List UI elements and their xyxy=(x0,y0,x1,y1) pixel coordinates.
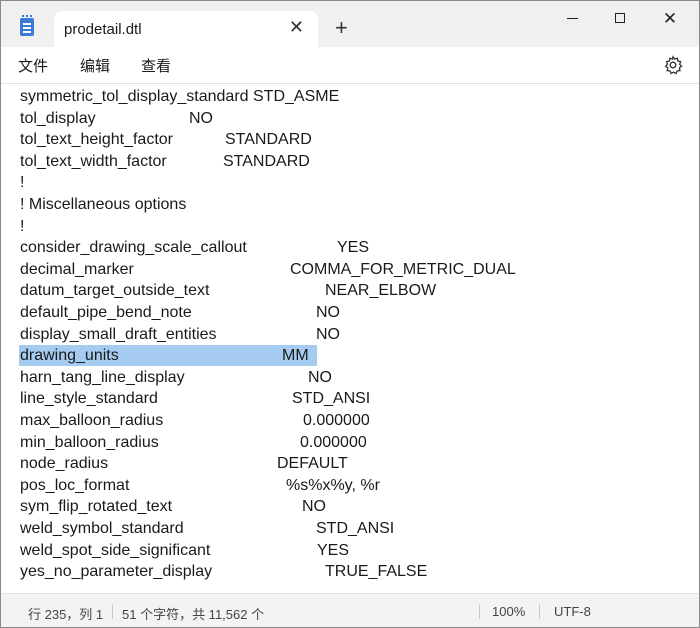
line-key: max_balloon_radius xyxy=(20,412,164,429)
editor-line[interactable]: tol_text_width_factor STANDARD xyxy=(20,151,310,173)
line-key: consider_drawing_scale_callout xyxy=(20,239,247,257)
close-icon: ✕ xyxy=(662,8,678,28)
line-key: yes_no_parameter_display xyxy=(20,563,213,581)
status-separator xyxy=(479,604,480,619)
line-value: %s%x%y, %r xyxy=(286,476,380,494)
line-value: TRUE_FALSE xyxy=(325,563,428,581)
tab-close-icon[interactable]: ✕ xyxy=(289,17,304,37)
line-key: default_pipe_bend_note xyxy=(20,304,192,321)
tab-prodetail[interactable]: prodetail.dtl ✕ xyxy=(54,11,318,47)
line-value: 0.000000 xyxy=(300,433,367,451)
editor-line[interactable]: display_small_draft_entities NO xyxy=(20,324,340,346)
line-key: tol_text_width_factor xyxy=(20,152,167,170)
menu-file[interactable]: 文件 xyxy=(18,55,48,76)
line-key: decimal_marker xyxy=(20,260,134,278)
editor-line[interactable]: ! xyxy=(20,216,24,238)
line-value: STD_ANSI xyxy=(316,520,395,537)
line-value: MM xyxy=(282,347,309,365)
editor-line[interactable]: tol_text_height_factor STANDARD xyxy=(20,129,312,151)
line-value: DEFAULT xyxy=(277,455,348,473)
status-separator xyxy=(112,604,113,619)
editor-line[interactable]: weld_spot_side_significant YES xyxy=(20,540,349,562)
menu-edit[interactable]: 编辑 xyxy=(80,55,110,76)
editor-line[interactable]: yes_no_parameter_display TRUE_FALSE xyxy=(20,561,427,583)
line-key: drawing_units xyxy=(20,347,119,365)
editor-line[interactable]: default_pipe_bend_note NO xyxy=(20,302,340,324)
editor-line[interactable]: node_radius DEFAULT xyxy=(20,453,348,475)
status-cursor-position: 行 235，列 1 xyxy=(28,607,104,622)
title-bar: prodetail.dtl ✕ + ✕ xyxy=(1,1,699,47)
line-key: pos_loc_format xyxy=(20,476,130,494)
minimize-button[interactable] xyxy=(549,1,595,35)
line-key: ! xyxy=(20,217,25,235)
editor-line[interactable]: harn_tang_line_display NO xyxy=(20,367,332,389)
gear-icon[interactable] xyxy=(663,55,683,75)
line-key: datum_target_outside_text xyxy=(20,282,210,300)
line-key: harn_tang_line_display xyxy=(20,368,185,386)
editor-line[interactable]: line_style_standard STD_ANSI xyxy=(20,388,370,410)
editor-line[interactable]: ! xyxy=(20,172,24,194)
line-key: symmetric_tol_display_standard STD_ASME xyxy=(20,88,340,105)
status-separator xyxy=(539,604,540,619)
line-key: ! xyxy=(20,174,25,192)
line-key: tol_text_height_factor xyxy=(20,131,173,149)
text-editor[interactable]: symmetric_tol_display_standard STD_ASMEt… xyxy=(1,84,699,592)
line-key: sym_flip_rotated_text xyxy=(20,498,173,516)
editor-line[interactable]: ! Miscellaneous options xyxy=(20,194,186,216)
line-key: tol_display xyxy=(20,109,96,127)
editor-line[interactable]: weld_symbol_standard STD_ANSI xyxy=(20,518,394,540)
editor-line[interactable]: symmetric_tol_display_standard STD_ASME xyxy=(20,86,339,108)
close-button[interactable]: ✕ xyxy=(647,1,693,35)
status-zoom[interactable]: 100% xyxy=(492,604,525,619)
line-key: weld_spot_side_significant xyxy=(20,541,211,559)
line-key: weld_symbol_standard xyxy=(20,520,184,537)
editor-line[interactable]: decimal_marker COMMA_FOR_METRIC_DUAL xyxy=(20,259,516,281)
menu-view[interactable]: 查看 xyxy=(141,55,171,76)
line-value: YES xyxy=(337,239,370,257)
line-key: node_radius xyxy=(20,455,109,473)
line-value: STD_ANSI xyxy=(292,390,371,408)
status-char-count: 51 个字符，共 11,562 个 xyxy=(122,607,265,622)
menu-bar: 文件 编辑 查看 xyxy=(1,47,699,84)
editor-line[interactable]: sym_flip_rotated_text NO xyxy=(20,496,326,518)
notepad-app-icon xyxy=(20,15,34,36)
maximize-button[interactable] xyxy=(597,1,643,35)
line-value: NEAR_ELBOW xyxy=(325,282,437,300)
line-value: 0.000000 xyxy=(303,412,370,429)
editor-line[interactable]: tol_display NO xyxy=(20,108,213,130)
new-tab-button[interactable]: + xyxy=(335,17,348,39)
line-value: NO xyxy=(316,325,340,343)
line-key: display_small_draft_entities xyxy=(20,325,217,343)
status-bar: 行 235，列 1 51 个字符，共 11,562 个 100% UTF-8 xyxy=(1,593,699,627)
editor-line[interactable]: consider_drawing_scale_callout YES xyxy=(20,237,369,259)
line-value: STANDARD xyxy=(225,131,312,149)
editor-line[interactable]: datum_target_outside_text NEAR_ELBOW xyxy=(20,280,436,302)
editor-line[interactable]: drawing_units MM xyxy=(20,345,309,367)
line-value: NO xyxy=(308,368,332,386)
line-key: ! Miscellaneous options xyxy=(20,196,187,213)
line-value: NO xyxy=(302,498,326,516)
line-value: STANDARD xyxy=(223,152,310,170)
status-encoding[interactable]: UTF-8 xyxy=(554,604,591,619)
line-value: NO xyxy=(316,304,340,321)
line-value: NO xyxy=(189,109,213,127)
editor-line[interactable]: pos_loc_format %s%x%y, %r xyxy=(20,475,380,497)
maximize-icon xyxy=(615,13,625,23)
notepad-window: prodetail.dtl ✕ + ✕ 文件 编辑 查看 symmetric_t… xyxy=(0,0,700,628)
tab-title: prodetail.dtl xyxy=(64,21,142,38)
line-value: COMMA_FOR_METRIC_DUAL xyxy=(290,260,516,278)
line-key: min_balloon_radius xyxy=(20,433,159,451)
editor-line[interactable]: min_balloon_radius 0.000000 xyxy=(20,432,367,454)
minimize-icon xyxy=(566,17,578,19)
editor-line[interactable]: max_balloon_radius 0.000000 xyxy=(20,410,370,432)
line-key: line_style_standard xyxy=(20,390,158,408)
line-value: YES xyxy=(317,541,350,559)
